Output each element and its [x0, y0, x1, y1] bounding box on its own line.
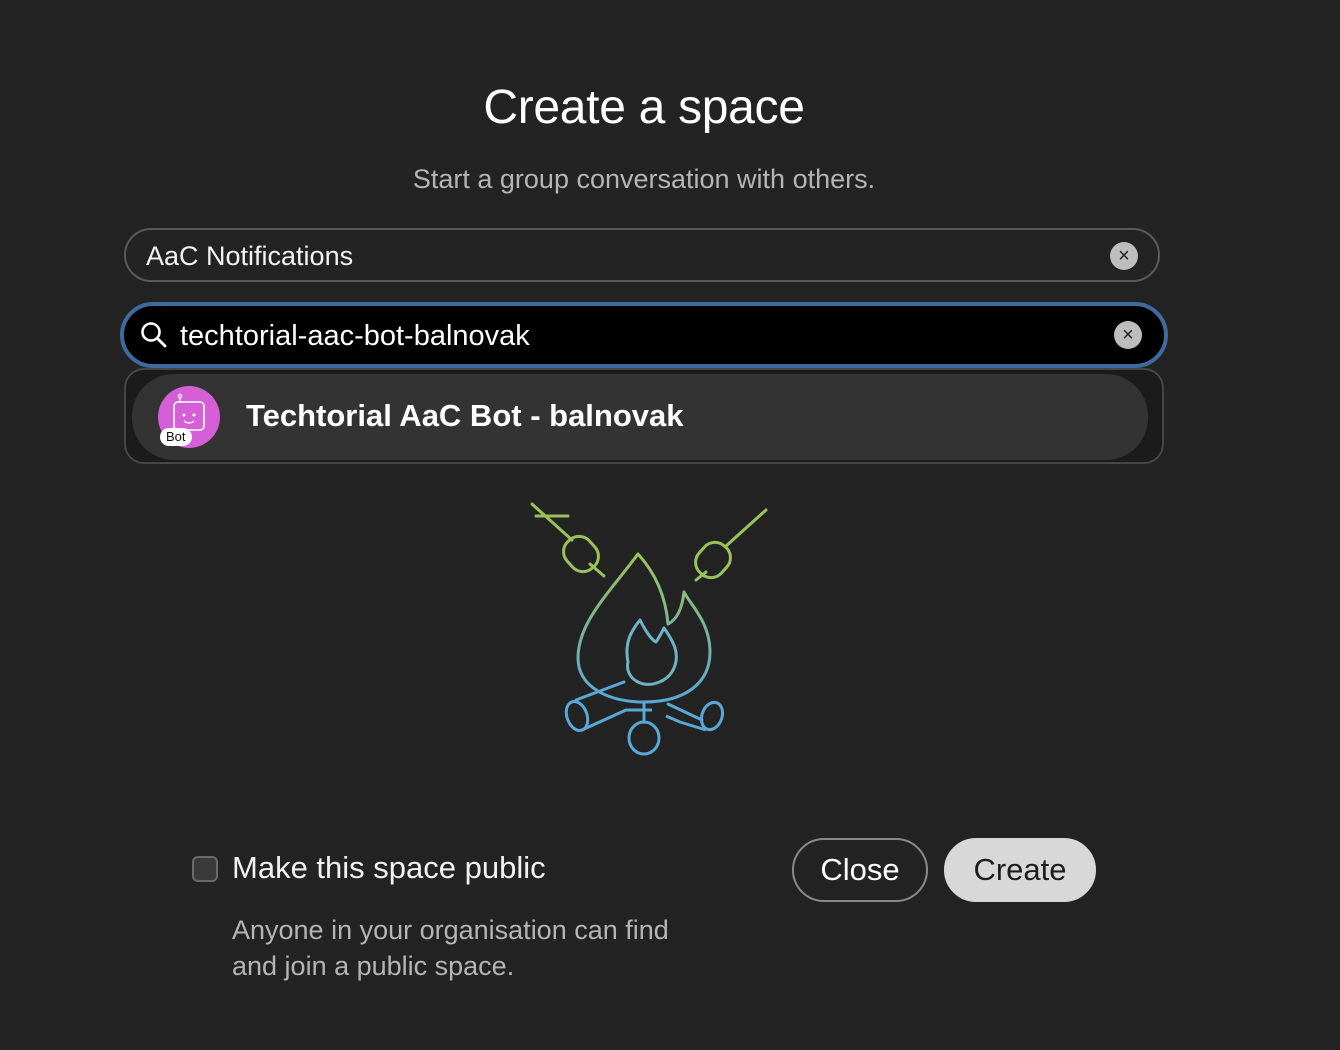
create-space-dialog: Create a space Start a group conversatio…: [0, 0, 1340, 1050]
clear-search-button[interactable]: ×: [1114, 321, 1142, 349]
space-name-input[interactable]: AaC Notifications ×: [124, 228, 1160, 282]
campfire-marshmallows-illustration: [530, 502, 768, 756]
make-public-help-text: Anyone in your organisation can find and…: [232, 915, 669, 981]
dialog-subtitle: Start a group conversation with others.: [412, 164, 876, 194]
search-icon: [141, 322, 167, 348]
close-button[interactable]: Close: [792, 838, 928, 902]
avatar: Bot: [158, 386, 220, 448]
close-icon: ×: [1118, 245, 1130, 267]
close-icon: ×: [1122, 324, 1134, 346]
dialog-title: Create a space: [483, 81, 805, 134]
bot-badge: Bot: [160, 428, 192, 446]
search-results-list: Bot Techtorial AaC Bot - balnovak: [124, 368, 1164, 464]
clear-name-button[interactable]: ×: [1110, 242, 1138, 270]
result-name: Techtorial AaC Bot - balnovak: [246, 398, 684, 433]
list-item[interactable]: Bot Techtorial AaC Bot - balnovak: [132, 374, 1148, 460]
create-button[interactable]: Create: [944, 838, 1096, 902]
people-search-value[interactable]: techtorial-aac-bot-balnovak: [180, 320, 530, 353]
space-name-value[interactable]: AaC Notifications: [146, 241, 353, 272]
make-public-checkbox[interactable]: [192, 856, 218, 882]
people-search-input[interactable]: techtorial-aac-bot-balnovak ×: [120, 302, 1168, 368]
make-public-label[interactable]: Make this space public: [232, 850, 546, 886]
